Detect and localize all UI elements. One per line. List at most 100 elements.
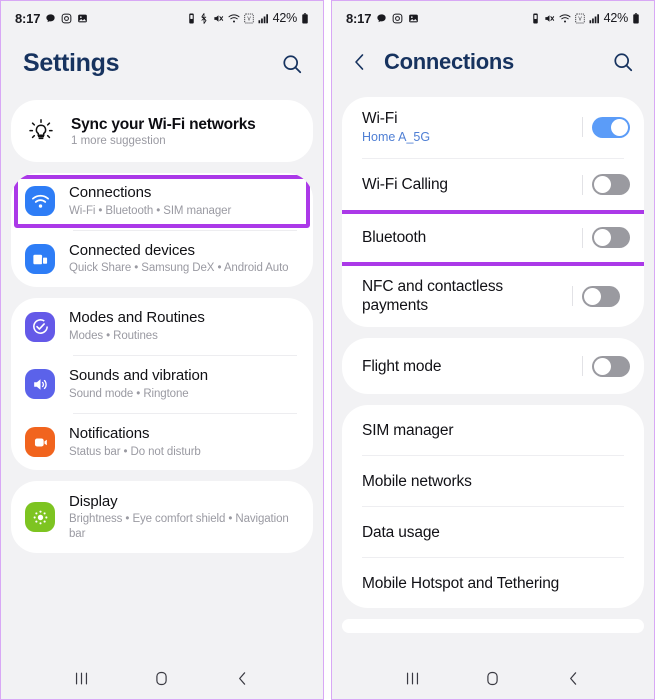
setting-row-wifi-calling[interactable]: Wi-Fi Calling — [342, 159, 644, 211]
row-title: Display — [69, 492, 118, 510]
settings-group-connections: Connections Wi-Fi • Bluetooth • SIM mana… — [11, 173, 313, 288]
sidebar-item-notifications[interactable]: Notifications Status bar • Do not distur… — [11, 414, 313, 471]
instagram-icon — [61, 13, 72, 24]
row-title: Modes and Routines — [69, 309, 205, 327]
back-icon[interactable] — [348, 50, 372, 74]
svg-text:V: V — [247, 16, 251, 22]
wifi-calling-toggle[interactable] — [592, 174, 630, 196]
connections-list[interactable]: Wi-Fi Home A_5G Wi-Fi Calling Bluetooth … — [332, 97, 654, 657]
toggle-wrap — [582, 116, 630, 138]
bluetooth-toggle[interactable] — [592, 227, 630, 249]
suggestion-subtitle: 1 more suggestion — [71, 134, 166, 147]
row-subtitle: Sound mode • Ringtone — [69, 387, 189, 400]
row-subtitle: Quick Share • Samsung DeX • Android Auto — [69, 262, 289, 275]
toggle-knob — [594, 176, 611, 194]
recents-icon[interactable] — [64, 664, 98, 692]
recents-icon[interactable] — [395, 664, 429, 692]
setting-row-sim-manager[interactable]: SIM manager — [342, 405, 644, 455]
sidebar-item-sounds-and-vibration[interactable]: Sounds and vibration Sound mode • Ringto… — [11, 356, 313, 413]
home-icon[interactable] — [145, 664, 179, 692]
toggle-knob — [594, 357, 611, 375]
app-bar-connections: Connections — [332, 35, 654, 97]
back-icon[interactable] — [557, 664, 591, 692]
suggestion-card[interactable]: Sync your Wi-Fi networks 1 more suggesti… — [11, 100, 313, 162]
sidebar-item-display[interactable]: Display Brightness • Eye comfort shield … — [11, 481, 313, 553]
back-icon[interactable] — [226, 664, 260, 692]
row-text: Data usage — [362, 511, 630, 554]
flight-mode-toggle[interactable] — [592, 355, 630, 377]
row-text: SIM manager — [362, 409, 630, 452]
sidebar-item-connections[interactable]: Connections Wi-Fi • Bluetooth • SIM mana… — [11, 173, 313, 230]
row-title: Wi-Fi — [362, 110, 398, 127]
setting-row-mobile-networks[interactable]: Mobile networks — [342, 456, 644, 506]
status-bar-right-cluster: V 42% — [531, 11, 640, 25]
row-text: Mobile Hotspot and Tethering — [362, 562, 630, 605]
dual-screenshot-stage: 8:17 V 42% Settings Sync your Wi-Fi netw… — [0, 0, 655, 700]
alarm-icon — [187, 13, 196, 24]
setting-row-wifi[interactable]: Wi-Fi Home A_5G — [342, 97, 644, 158]
settings-group-modes-sounds-notifications: Modes and Routines Modes • Routines Soun… — [11, 298, 313, 471]
toggle-divider — [582, 227, 583, 248]
row-title: Bluetooth — [362, 228, 427, 246]
navigation-bar-left — [1, 657, 323, 699]
row-title: Data usage — [362, 523, 440, 541]
setting-row-mobile-hotspot[interactable]: Mobile Hotspot and Tethering — [342, 558, 644, 608]
row-subtitle: Modes • Routines — [69, 330, 158, 343]
row-title: Flight mode — [362, 357, 442, 375]
page-title: Settings — [23, 49, 120, 77]
toggle-wrap — [582, 355, 630, 377]
row-text: Sounds and vibration Sound mode • Ringto… — [69, 367, 297, 402]
row-title: Notifications — [69, 424, 150, 442]
toggle-wrap — [582, 174, 630, 196]
row-text: Wi-Fi Calling — [362, 163, 572, 206]
svg-text:V: V — [578, 16, 582, 22]
row-text: Mobile networks — [362, 460, 630, 503]
sidebar-item-connected-devices[interactable]: Connected devices Quick Share • Samsung … — [11, 231, 313, 288]
app-bar-settings: Settings — [1, 35, 323, 100]
chat-bubble-icon — [376, 13, 387, 24]
search-icon[interactable] — [279, 51, 305, 77]
connections-group-next-partial — [342, 619, 644, 634]
row-text: Display Brightness • Eye comfort shield … — [69, 493, 297, 543]
row-title: Connections — [69, 184, 152, 201]
row-title: Wi-Fi Calling — [362, 175, 448, 193]
row-subtitle: Brightness • Eye comfort shield • Naviga… — [69, 513, 289, 541]
row-title: Sounds and vibration — [69, 367, 208, 385]
wifi-icon — [559, 13, 571, 24]
sound-icon — [25, 369, 55, 400]
settings-list[interactable]: Sync your Wi-Fi networks 1 more suggesti… — [1, 100, 323, 657]
notifications-icon — [25, 427, 55, 458]
page-title: Connections — [384, 49, 514, 74]
setting-row-nfc[interactable]: NFC and contactless payments — [342, 265, 644, 328]
home-icon[interactable] — [476, 664, 510, 692]
row-title: Connected devices — [69, 241, 195, 259]
wifi-icon — [228, 13, 240, 24]
setting-row-flight-mode[interactable]: Flight mode — [342, 338, 644, 394]
toggle-wrap — [582, 227, 630, 249]
settings-group-display: Display Brightness • Eye comfort shield … — [11, 481, 313, 554]
mute-icon — [544, 13, 555, 24]
vpn-icon: V — [243, 13, 254, 24]
battery-percent-label: 42% — [272, 11, 298, 25]
status-bar-right-cluster: V 42% — [187, 11, 309, 25]
row-text: NFC and contactless payments — [362, 265, 562, 328]
battery-icon — [632, 12, 640, 24]
row-subtitle: Status bar • Do not disturb — [69, 445, 201, 458]
battery-icon — [301, 12, 309, 24]
suggestion-title: Sync your Wi-Fi networks — [71, 115, 256, 133]
phone-screen-settings: 8:17 V 42% Settings Sync your Wi-Fi netw… — [0, 0, 324, 700]
signal-bars-icon — [258, 13, 269, 24]
wifi-toggle[interactable] — [592, 116, 630, 138]
phone-screen-connections: 8:17 V 42% Connections Wi-Fi Home A_5G W… — [331, 0, 655, 700]
signal-bars-icon — [589, 13, 600, 24]
setting-row-data-usage[interactable]: Data usage — [342, 507, 644, 557]
alarm-icon — [531, 13, 540, 24]
nfc-toggle[interactable] — [582, 285, 620, 307]
row-title: SIM manager — [362, 421, 454, 439]
row-text: Wi-Fi Home A_5G — [362, 97, 572, 158]
setting-row-bluetooth[interactable]: Bluetooth — [342, 209, 644, 266]
sidebar-item-modes-and-routines[interactable]: Modes and Routines Modes • Routines — [11, 298, 313, 355]
suggestion-row[interactable]: Sync your Wi-Fi networks 1 more suggesti… — [11, 100, 313, 162]
search-icon[interactable] — [610, 49, 636, 75]
row-text: Flight mode — [362, 345, 572, 388]
